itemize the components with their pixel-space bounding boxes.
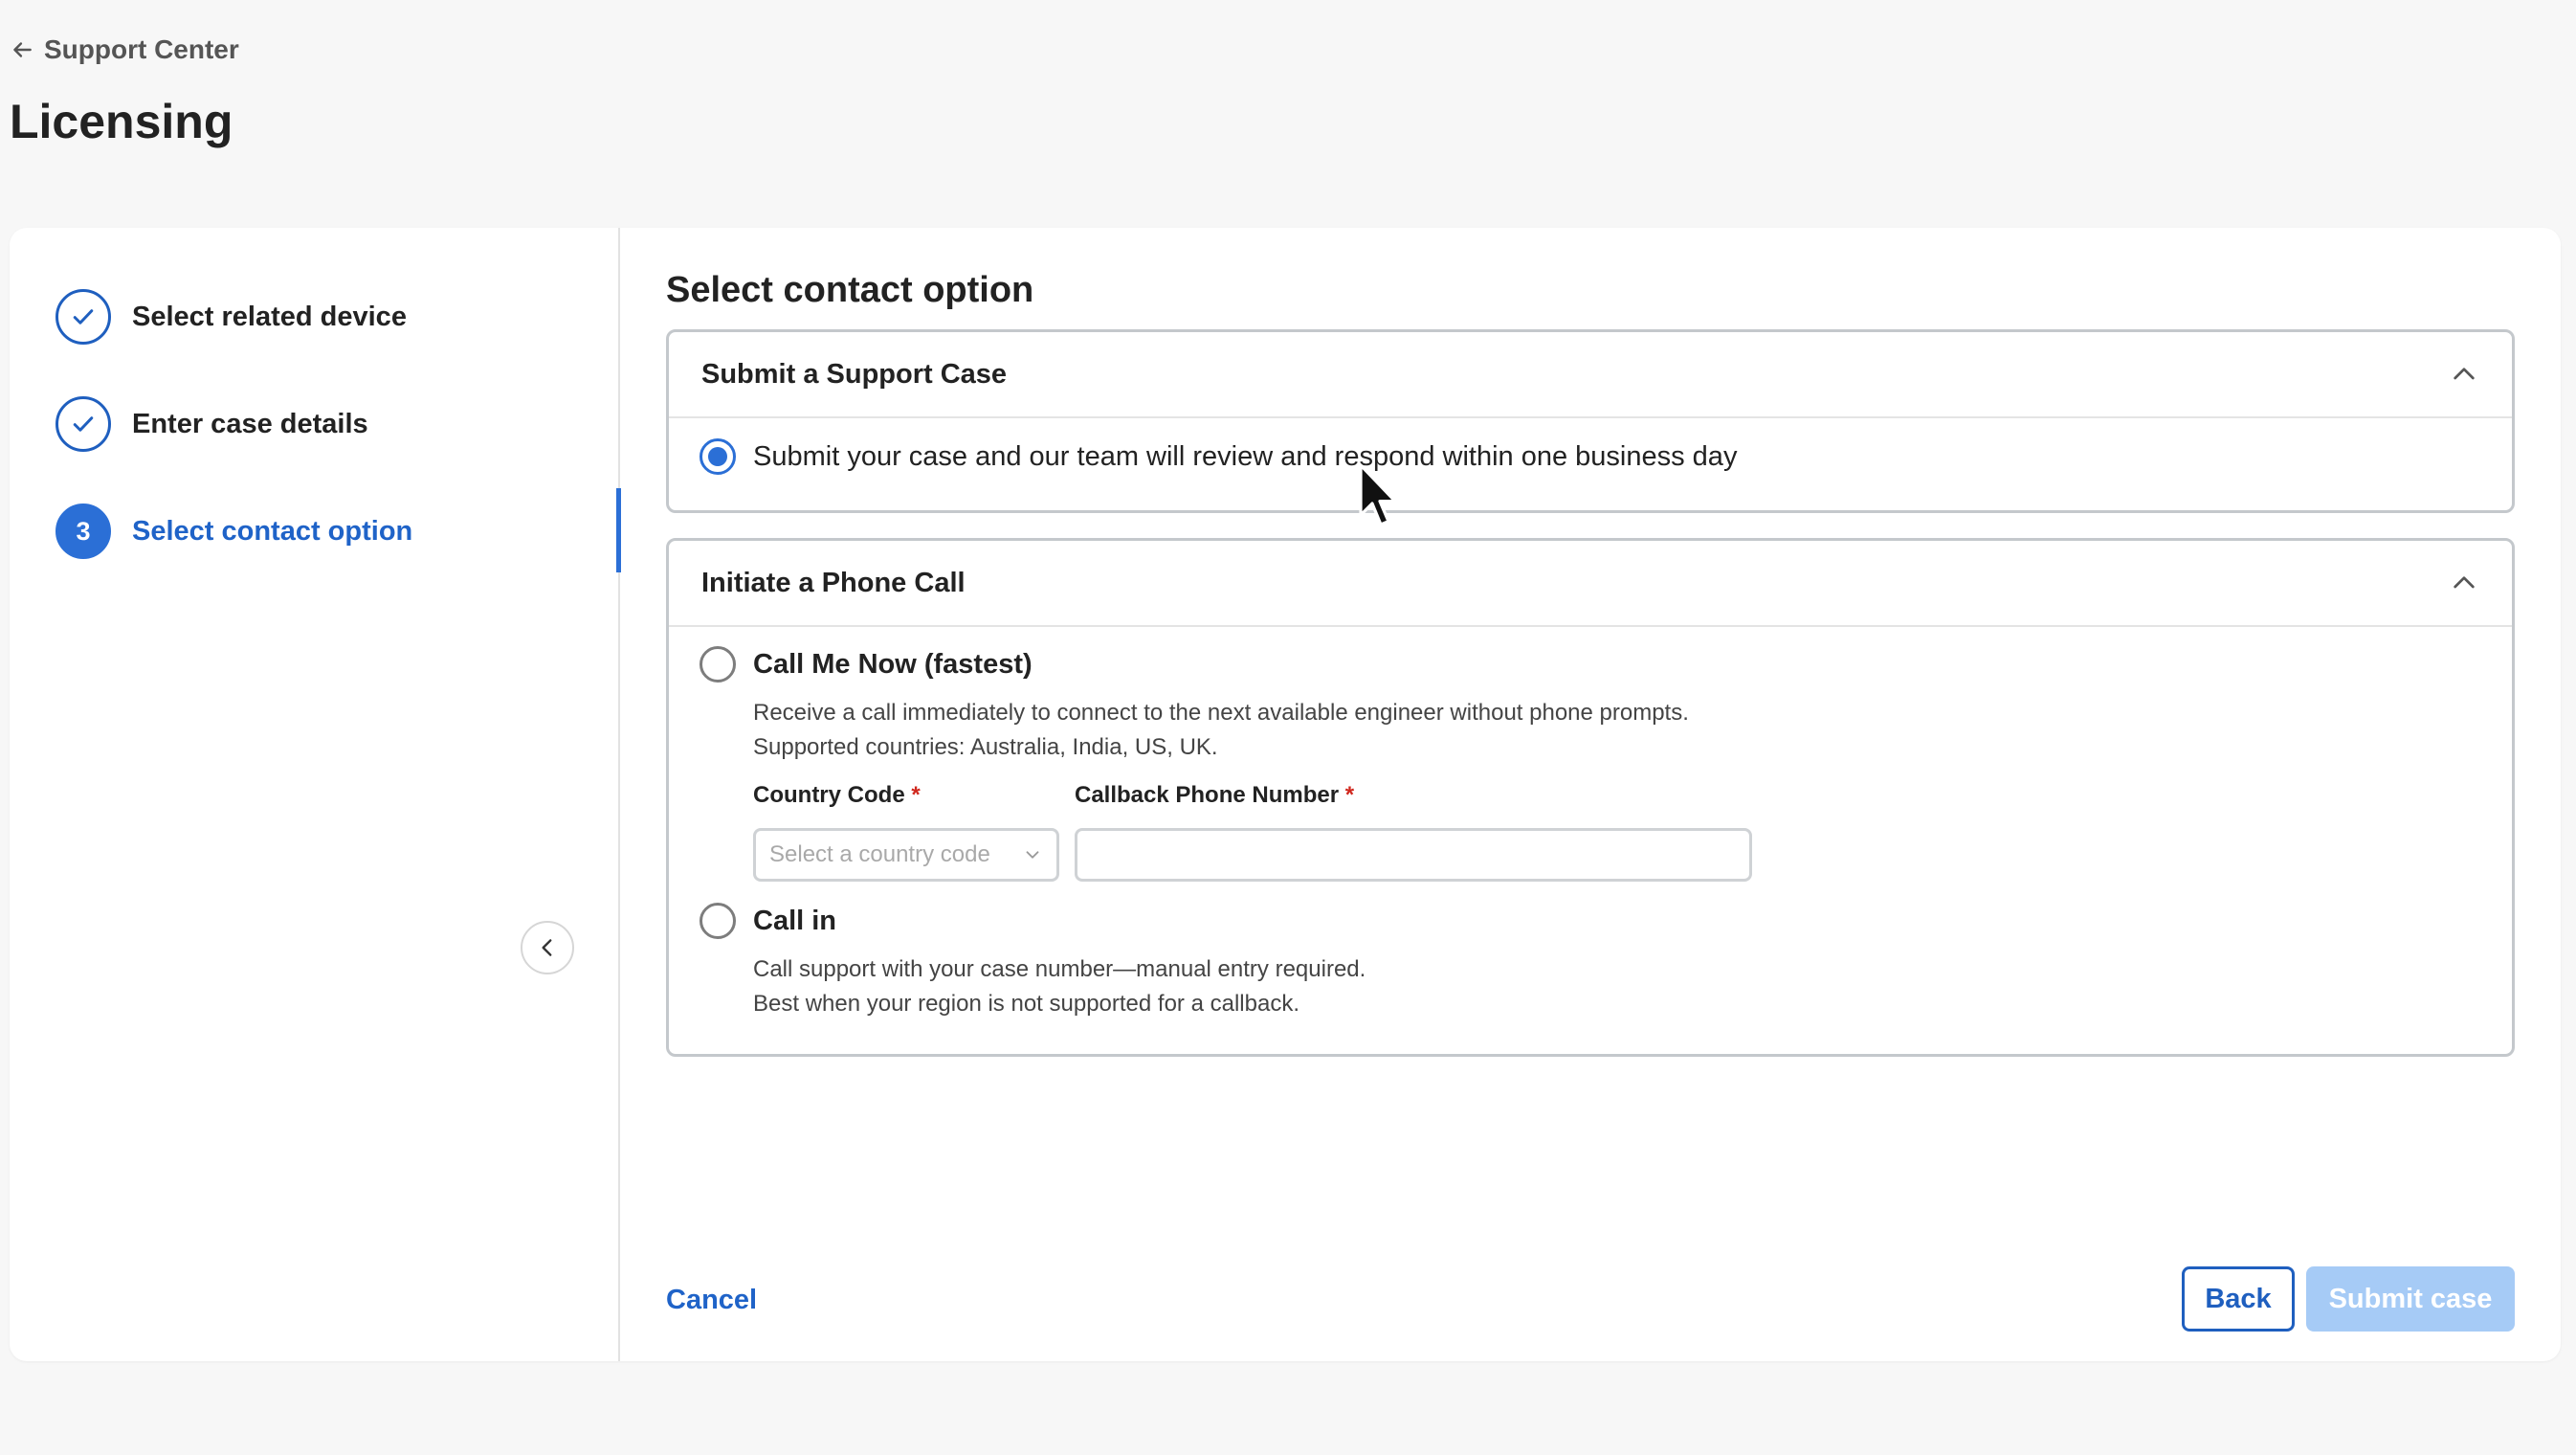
- call-in-option[interactable]: Call in: [700, 903, 836, 939]
- country-code-label: Country Code *: [753, 782, 921, 809]
- mouse-cursor-icon: [1359, 463, 1397, 526]
- call-in-radio[interactable]: [700, 903, 736, 939]
- call-me-now-option[interactable]: Call Me Now (fastest): [700, 646, 1033, 683]
- description-line: Best when your region is not supported f…: [753, 991, 1299, 1017]
- chevron-up-icon[interactable]: [2449, 359, 2479, 390]
- step-number-badge: 3: [56, 504, 111, 559]
- panel-title: Submit a Support Case: [701, 358, 1008, 390]
- required-mark: *: [911, 782, 921, 808]
- steps-sidebar: Select related device Enter case details…: [10, 228, 621, 1361]
- submit-case-radio[interactable]: [700, 438, 736, 475]
- call-me-now-description: Receive a call immediately to connect to…: [753, 696, 1689, 765]
- step-enter-case-details[interactable]: Enter case details: [56, 396, 368, 452]
- callback-phone-input[interactable]: [1075, 828, 1752, 882]
- check-icon: [73, 416, 94, 432]
- panel-title: Initiate a Phone Call: [701, 567, 966, 598]
- select-placeholder: Select a country code: [769, 841, 990, 867]
- page-title: Licensing: [10, 95, 233, 148]
- field-label-text: Country Code: [753, 782, 905, 808]
- cancel-link[interactable]: Cancel: [666, 1285, 757, 1316]
- step-select-related-device[interactable]: Select related device: [56, 289, 407, 345]
- country-code-select[interactable]: Select a country code: [753, 828, 1059, 882]
- step-complete-indicator: [56, 289, 111, 345]
- collapse-sidebar-button[interactable]: [521, 921, 574, 974]
- case-wizard-card: Select related device Enter case details…: [10, 228, 2561, 1361]
- section-title: Select contact option: [666, 270, 1034, 310]
- page: Support Center Licensing Select related …: [0, 0, 2576, 1455]
- back-button[interactable]: Back: [2182, 1266, 2295, 1332]
- callback-phone-label: Callback Phone Number *: [1075, 782, 1354, 809]
- chevron-left-icon: [542, 939, 552, 956]
- phone-call-panel: Initiate a Phone Call Call Me Now (faste…: [666, 538, 2515, 1057]
- call-me-now-radio[interactable]: [700, 646, 736, 683]
- breadcrumb-link[interactable]: Support Center: [44, 34, 239, 65]
- active-step-indicator: [616, 488, 621, 572]
- chevron-up-icon[interactable]: [2449, 568, 2479, 598]
- call-in-description: Call support with your case number—manua…: [753, 952, 1366, 1021]
- required-mark: *: [1344, 782, 1355, 808]
- description-line: Supported countries: Australia, India, U…: [753, 734, 1218, 760]
- chevron-down-icon: [1026, 851, 1039, 859]
- step-label: Select related device: [132, 301, 407, 332]
- check-icon: [73, 309, 94, 325]
- submit-case-option-label: Submit your case and our team will revie…: [753, 440, 1738, 472]
- phone-call-panel-header[interactable]: Initiate a Phone Call: [669, 541, 2512, 627]
- step-label: Select contact option: [132, 515, 413, 547]
- submit-case-option[interactable]: Submit your case and our team will revie…: [700, 438, 1737, 475]
- field-label-text: Callback Phone Number: [1075, 782, 1340, 808]
- call-me-now-label: Call Me Now (fastest): [753, 648, 1033, 680]
- description-line: Receive a call immediately to connect to…: [753, 700, 1689, 726]
- arrow-left-icon: [13, 42, 32, 57]
- support-case-panel: Submit a Support Case Submit your case a…: [666, 329, 2515, 513]
- step-select-contact-option[interactable]: 3 Select contact option: [56, 504, 412, 559]
- description-line: Call support with your case number—manua…: [753, 956, 1366, 982]
- step-label: Enter case details: [132, 408, 368, 439]
- call-in-label: Call in: [753, 905, 837, 936]
- step-complete-indicator: [56, 396, 111, 452]
- breadcrumb[interactable]: Support Center: [10, 34, 239, 65]
- submit-case-button[interactable]: Submit case: [2306, 1266, 2515, 1332]
- support-case-panel-header[interactable]: Submit a Support Case: [669, 332, 2512, 418]
